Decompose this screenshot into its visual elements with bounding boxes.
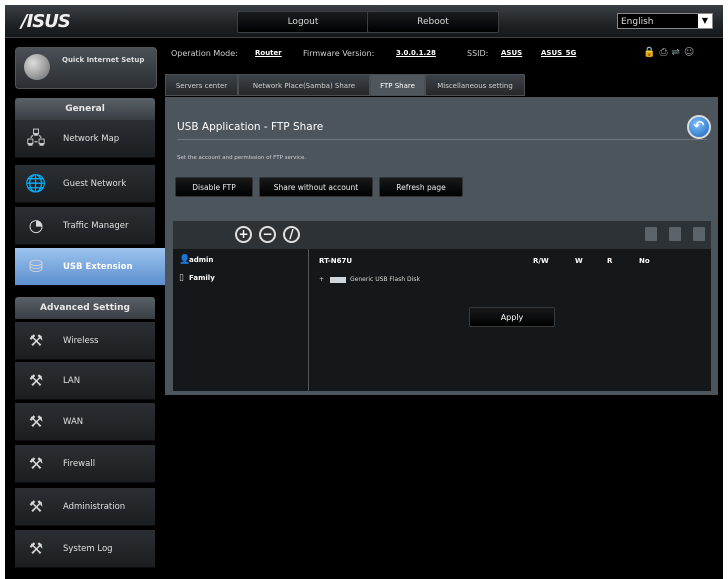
sidebar-item-label: Wireless [63,336,99,346]
globe-icon [24,54,50,80]
sidebar-item-label: System Log [63,544,113,554]
sidebar-item-firewall[interactable]: ⚒ Firewall [15,445,155,483]
account-toolbar: + − / [173,221,711,249]
folder-permission-tree: RT-N67U R/W W R No + Generic USB Flash Di… [309,249,711,391]
apply-button[interactable]: Apply [469,307,555,327]
user-icon: ▯ [179,273,184,283]
permission-header-r: R [607,257,613,265]
top-bar: /ISUS Logout Reboot English ▼ [5,5,723,38]
sidebar-item-guest-network[interactable]: 🌐 Guest Network [15,165,155,203]
logout-button[interactable]: Logout [237,11,369,33]
wrench-icon: ⚒ [28,371,44,390]
back-arrow-icon[interactable]: ↶ [687,115,711,139]
ssid-link-2g[interactable]: ASUS [501,49,522,57]
sidebar-item-network-map[interactable]: 🖧 Network Map [15,120,155,158]
account-name: Family [189,274,215,282]
add-folder-icon[interactable] [645,227,657,241]
account-name: admin [189,256,214,264]
title-divider [177,139,707,140]
ssid-link-5g[interactable]: ASUS_5G [541,49,576,57]
wrench-icon: ⚒ [28,539,44,558]
permission-header-rw: R/W [533,257,549,265]
tab-miscellaneous-setting[interactable]: Miscellaneous setting [425,74,525,96]
wrench-icon: ⚒ [28,497,44,516]
ftp-share-panel: USB Application - FTP Share ↶ Set the ac… [165,97,718,395]
firmware-label: Firmware Version: [303,49,375,58]
sidebar-item-label: LAN [63,376,81,386]
page-description: Set the account and permission of FTP se… [177,155,307,161]
delete-folder-icon[interactable] [669,227,681,241]
router-frame: /ISUS Logout Reboot English ▼ Quick Inte… [5,5,723,579]
language-value: English [621,17,654,27]
language-select[interactable]: English ▼ [617,13,713,29]
expand-icon[interactable]: + [319,276,324,283]
sidebar-item-label: Network Map [63,134,120,144]
edit-account-icon[interactable]: / [283,226,300,243]
sidebar-item-label: WAN [63,417,84,427]
delete-account-icon[interactable]: − [259,226,276,243]
tab-servers-center[interactable]: Servers center [165,74,238,96]
tab-network-place-share[interactable]: Network Place(Samba) Share [238,74,370,96]
operation-mode-link[interactable]: Router [255,49,282,57]
advanced-setting-header: Advanced Setting [15,297,155,319]
sidebar-item-label: Administration [63,502,126,512]
network-map-icon: 🖧 [26,129,46,149]
list-item[interactable]: ▯ Family [179,273,215,283]
hard-drive-icon [330,276,347,283]
chevron-down-icon: ▼ [698,14,712,28]
wrench-icon: ⚒ [28,412,44,431]
disable-ftp-button[interactable]: Disable FTP [175,177,253,197]
usb-extension-icon: ⛁ [28,257,44,277]
drive-row[interactable]: + Generic USB Flash Disk [319,276,420,283]
wrench-icon: ⚒ [28,454,44,473]
account-list: 👤admin ▯ Family [173,249,309,391]
permission-header-no: No [639,257,650,265]
status-icons: 🔒⎙⇌☺ [643,47,698,58]
permission-header-w: W [575,257,583,265]
operation-mode-label: Operation Mode: [171,49,238,58]
sidebar-item-label: Guest Network [63,179,127,189]
add-account-icon[interactable]: + [235,226,252,243]
account-permission-area: + − / 👤admin ▯ Family RT-N67U R/W W R No… [173,221,711,391]
traffic-manager-icon: ◔ [28,216,44,236]
lock-icon[interactable]: 🔒 [643,47,659,58]
quick-setup-label: Quick Internet Setup [62,56,145,64]
share-without-account-button[interactable]: Share without account [259,177,373,197]
sidebar-item-usb-extension[interactable]: ⛁ USB Extension [15,248,173,286]
guest-network-icon: 🌐 [25,174,47,194]
general-header: General [15,98,155,120]
ssid-label: SSID: [467,49,489,58]
sidebar-item-wan[interactable]: ⚒ WAN [15,403,155,441]
printer-icon[interactable]: ⎙ [659,47,671,58]
status-info-bar: Operation Mode: Router Firmware Version:… [165,45,717,63]
asus-logo: /ISUS [21,11,71,32]
sidebar-item-lan[interactable]: ⚒ LAN [15,362,155,400]
rename-folder-icon[interactable] [693,227,705,241]
reboot-button[interactable]: Reboot [367,11,499,33]
page-title: USB Application - FTP Share [177,121,324,133]
sidebar-item-label: USB Extension [63,262,133,272]
user-icon[interactable]: ☺ [684,47,698,58]
sidebar-item-administration[interactable]: ⚒ Administration [15,488,155,526]
sidebar-item-wireless[interactable]: ⚒ Wireless [15,322,155,360]
sidebar-item-label: Firewall [63,459,96,469]
device-name: RT-N67U [319,257,353,265]
sidebar-item-label: Traffic Manager [63,221,129,231]
wrench-icon: ⚒ [28,331,44,350]
firmware-link[interactable]: 3.0.0.1.28 [396,49,436,57]
sidebar-item-traffic-manager[interactable]: ◔ Traffic Manager [15,207,155,245]
drive-label: Generic USB Flash Disk [350,276,420,283]
refresh-page-button[interactable]: Refresh page [379,177,463,197]
quick-internet-setup-button[interactable]: Quick Internet Setup [15,47,157,89]
usb-icon[interactable]: ⇌ [671,47,683,58]
user-icon: 👤 [179,255,191,265]
list-item[interactable]: 👤admin [179,255,213,265]
sidebar-item-system-log[interactable]: ⚒ System Log [15,530,155,568]
tab-ftp-share[interactable]: FTP Share [370,74,425,96]
